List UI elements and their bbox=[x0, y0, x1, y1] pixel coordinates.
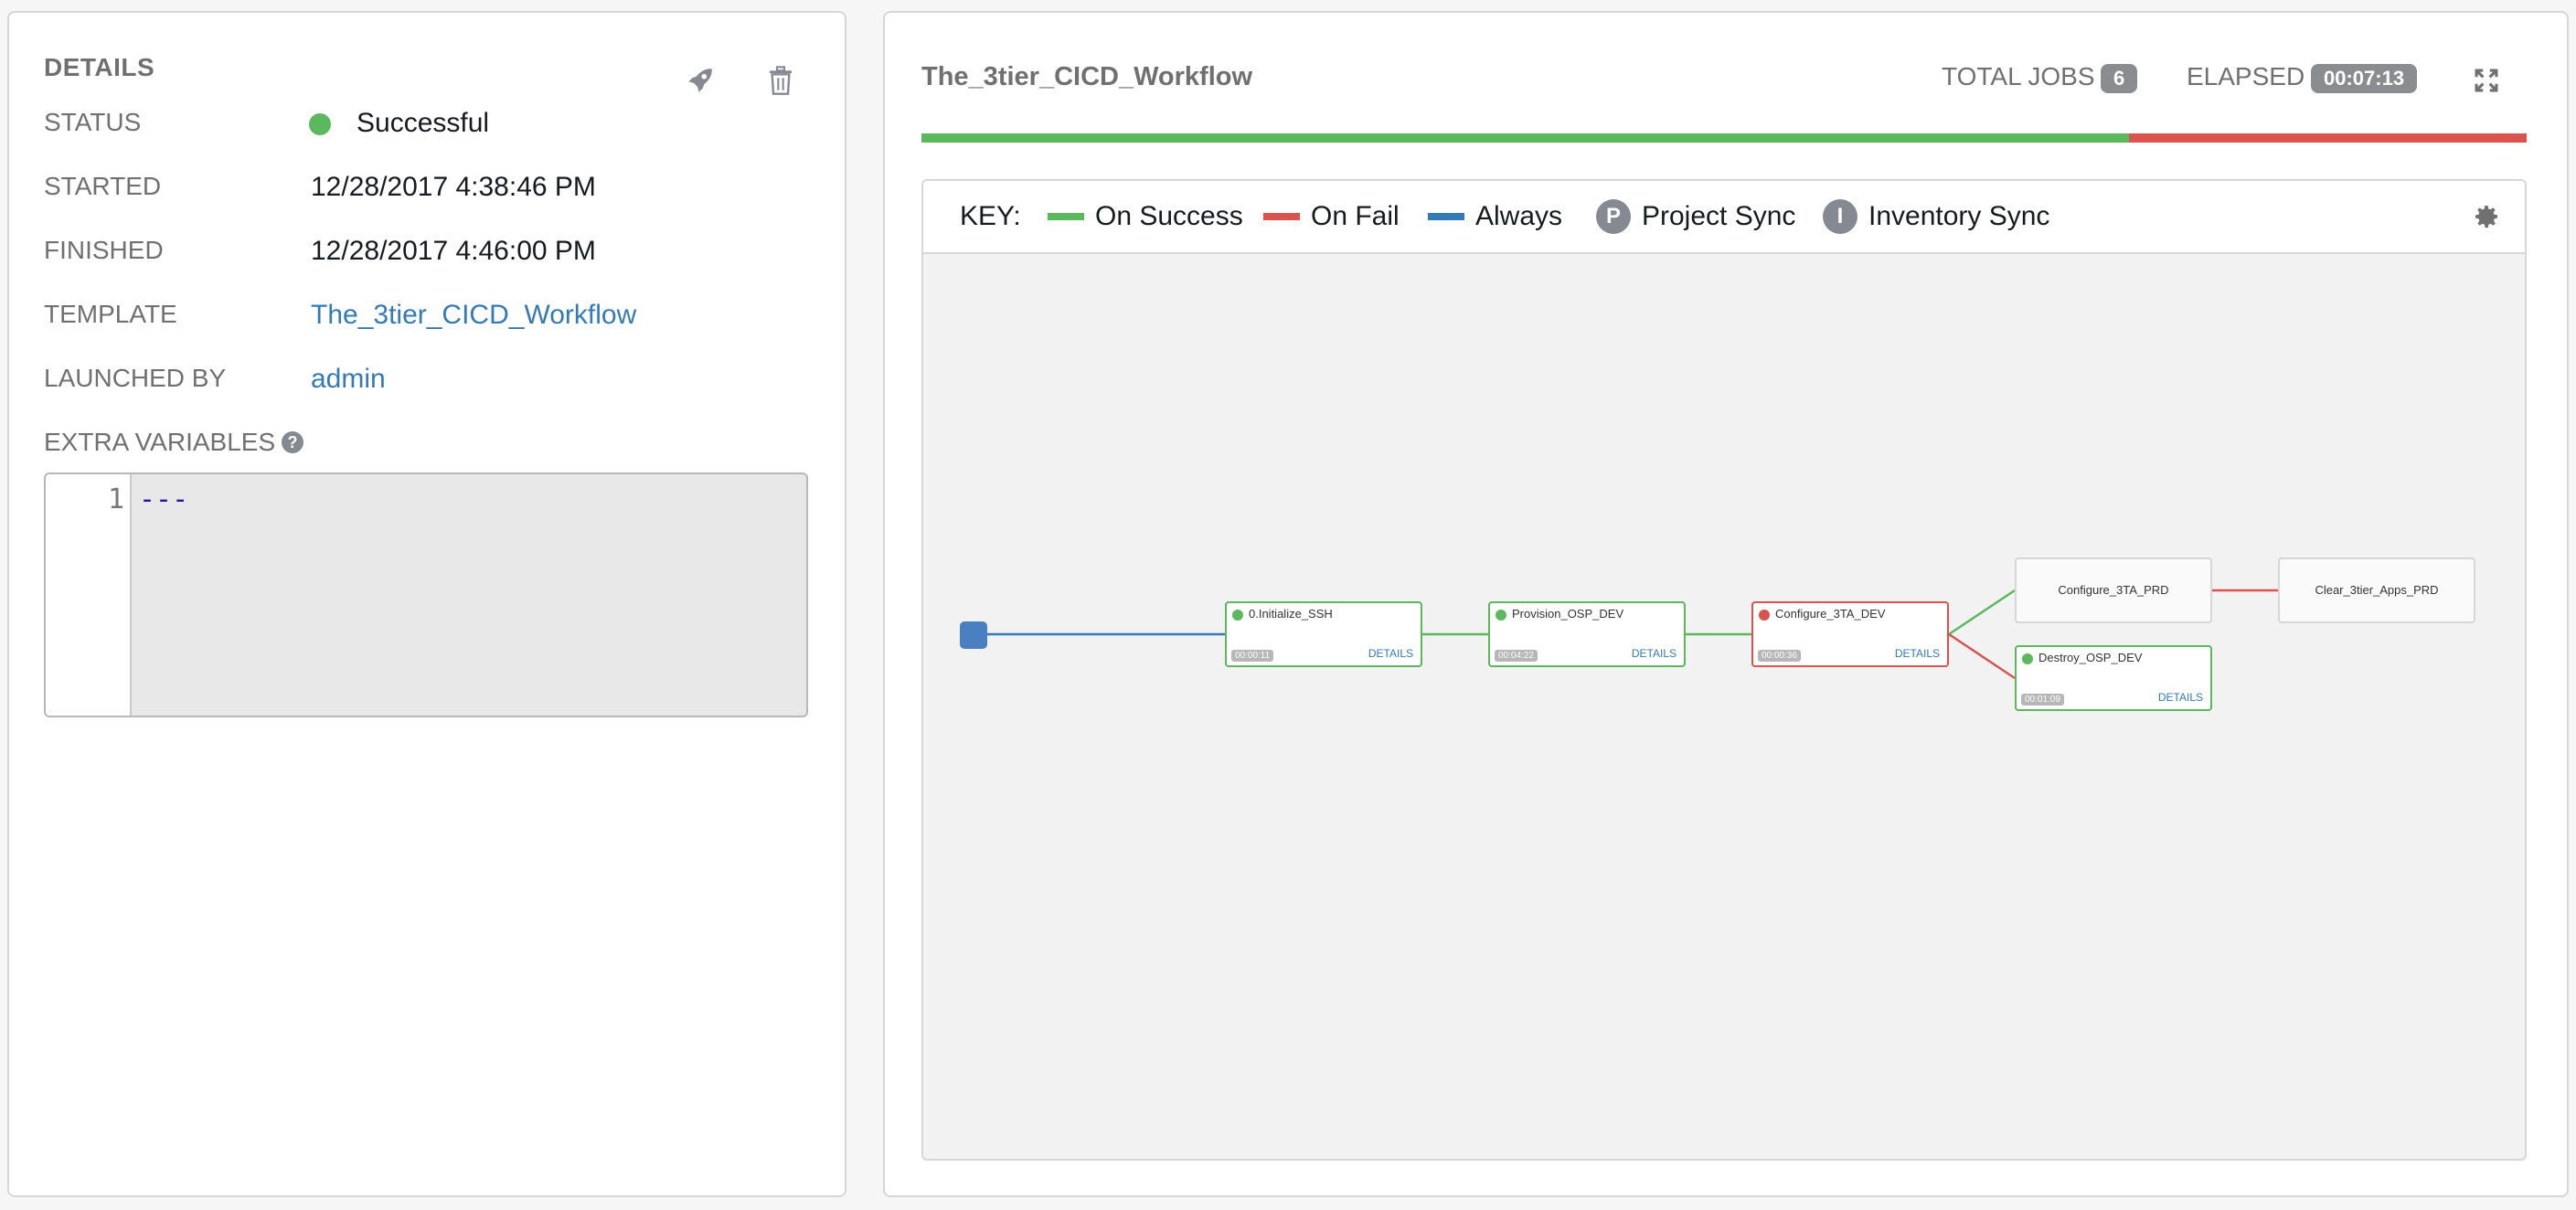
extra-variables-editor[interactable]: 1 --- bbox=[44, 472, 808, 717]
template-label: TEMPLATE bbox=[44, 300, 177, 328]
node-details-link[interactable]: DETAILS bbox=[1368, 647, 1413, 660]
elapsed-badge: 00:07:13 bbox=[2311, 64, 2418, 93]
node-elapsed-time: 00:01:09 bbox=[2021, 694, 2064, 706]
line-number: 1 bbox=[107, 483, 124, 515]
total-jobs-badge: 6 bbox=[2101, 64, 2138, 93]
node-details-link[interactable]: DETAILS bbox=[1895, 647, 1940, 660]
link-fail bbox=[1948, 632, 2016, 680]
node-details-link[interactable]: DETAILS bbox=[2158, 691, 2203, 704]
workflow-node-destroy-osp-dev[interactable]: Destroy_OSP_DEV 00:01:09 DETAILS bbox=[2015, 645, 2212, 711]
workflow-node-configure-3ta-prd[interactable]: Configure_3TA_PRD bbox=[2015, 557, 2212, 623]
status-label: STATUS bbox=[44, 108, 142, 136]
workflow-node-configure-3ta-dev[interactable]: Configure_3TA_DEV 00:00:36 DETAILS bbox=[1751, 601, 1949, 667]
details-heading: DETAILS bbox=[44, 53, 155, 81]
node-status-success-icon bbox=[1232, 610, 1243, 621]
workflow-panel: The_3tier_CICD_Workflow TOTAL JOBS 6 ELA… bbox=[883, 11, 2569, 1197]
rocket-icon bbox=[688, 69, 712, 92]
code-text: --- bbox=[139, 483, 189, 515]
node-status-failed-icon bbox=[1759, 610, 1770, 621]
node-elapsed-time: 00:00:36 bbox=[1758, 650, 1801, 662]
start-node[interactable] bbox=[960, 621, 987, 649]
relaunch-button[interactable] bbox=[680, 60, 720, 101]
finished-value: 12/28/2017 4:46:00 PM bbox=[311, 236, 596, 266]
started-label: STARTED bbox=[44, 172, 162, 200]
node-status-success-icon bbox=[2022, 653, 2033, 664]
workflow-progress-bar bbox=[921, 133, 2527, 143]
help-icon[interactable]: ? bbox=[282, 431, 303, 453]
node-elapsed-time: 00:04:22 bbox=[1495, 650, 1538, 662]
finished-label: FINISHED bbox=[44, 236, 164, 264]
workflow-node-provision-osp-dev[interactable]: Provision_OSP_DEV 00:04:22 DETAILS bbox=[1488, 601, 1686, 667]
template-link[interactable]: The_3tier_CICD_Workflow bbox=[311, 300, 636, 331]
extra-variables-label: EXTRA VARIABLES bbox=[44, 428, 276, 456]
workflow-progress-success bbox=[921, 133, 2129, 143]
workflow-links bbox=[974, 589, 2278, 680]
total-jobs-label: TOTAL JOBS bbox=[1942, 62, 2095, 90]
workflow-title: The_3tier_CICD_Workflow bbox=[921, 62, 1253, 91]
launched-by-link[interactable]: admin bbox=[311, 364, 386, 395]
fullscreen-button[interactable] bbox=[2466, 60, 2507, 101]
status-success-icon bbox=[309, 113, 331, 135]
workflow-node-clear-3tier-apps-prd[interactable]: Clear_3tier_Apps_PRD bbox=[2278, 557, 2475, 623]
node-elapsed-time: 00:00:11 bbox=[1231, 650, 1274, 662]
status-value: Successful bbox=[357, 108, 490, 138]
link-success bbox=[1948, 589, 2016, 636]
started-value: 12/28/2017 4:38:46 PM bbox=[311, 172, 596, 202]
workflow-graph-canvas[interactable]: KEY: On Success On Fail Always P Project… bbox=[921, 179, 2527, 1161]
trash-icon bbox=[770, 66, 792, 95]
workflow-node-initialize-ssh[interactable]: 0.Initialize_SSH 00:00:11 DETAILS bbox=[1225, 601, 1422, 667]
expand-icon bbox=[2475, 69, 2498, 92]
editor-gutter: 1 bbox=[46, 474, 132, 716]
node-status-success-icon bbox=[1496, 610, 1506, 621]
launched-by-label: LAUNCHED BY bbox=[44, 364, 227, 392]
delete-button[interactable] bbox=[761, 60, 801, 101]
node-details-link[interactable]: DETAILS bbox=[1632, 647, 1677, 660]
elapsed-label: ELAPSED bbox=[2187, 62, 2305, 90]
details-panel: DETAILS STATUS Successful STARTED 12/28/… bbox=[7, 11, 846, 1197]
